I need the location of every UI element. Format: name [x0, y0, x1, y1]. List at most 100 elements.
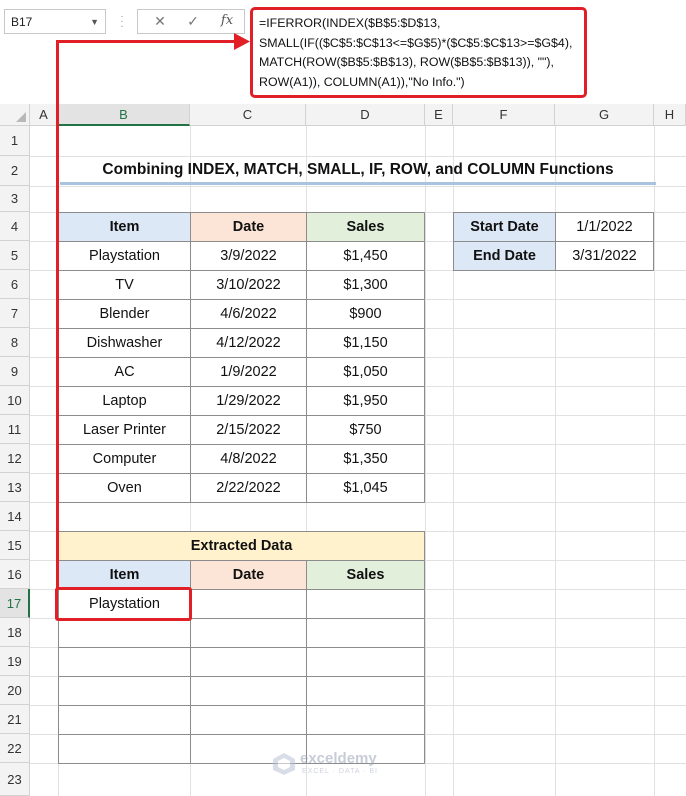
- row-header-3[interactable]: 3: [0, 186, 30, 212]
- row-header-16[interactable]: 16: [0, 560, 30, 589]
- connector-line: [56, 41, 59, 589]
- extracted-header-date[interactable]: Date: [190, 560, 307, 590]
- table-cell-sales[interactable]: $1,300: [306, 270, 425, 300]
- table-header-item[interactable]: Item: [58, 212, 191, 242]
- extracted-cell-sales[interactable]: [306, 618, 425, 648]
- exceldemy-logo-icon: [273, 753, 295, 775]
- row-header-12[interactable]: 12: [0, 444, 30, 473]
- formula-input[interactable]: =IFERROR(INDEX($B$5:$D$13, SMALL(IF(($C$…: [250, 7, 587, 98]
- table-cell-sales[interactable]: $1,450: [306, 241, 425, 271]
- table-cell-date[interactable]: 4/6/2022: [190, 299, 307, 329]
- row-header-21[interactable]: 21: [0, 705, 30, 734]
- extracted-cell-sales[interactable]: [306, 589, 425, 619]
- table-cell-sales[interactable]: $1,950: [306, 386, 425, 416]
- row-header-18[interactable]: 18: [0, 618, 30, 647]
- row-header-6[interactable]: 6: [0, 270, 30, 299]
- extracted-cell-sales[interactable]: [306, 647, 425, 677]
- row-header-20[interactable]: 20: [0, 676, 30, 705]
- column-header-d[interactable]: D: [306, 104, 425, 126]
- table-cell-item[interactable]: Oven: [58, 473, 191, 503]
- extracted-cell-item[interactable]: [58, 676, 191, 706]
- column-header-f[interactable]: F: [453, 104, 555, 126]
- column-header-a[interactable]: A: [30, 104, 58, 126]
- row-header-13[interactable]: 13: [0, 473, 30, 502]
- extracted-cell-date[interactable]: [190, 676, 307, 706]
- row-header-4[interactable]: 4: [0, 212, 30, 241]
- formula-line-1: =IFERROR(INDEX($B$5:$D$13,: [259, 16, 441, 30]
- column-header-c[interactable]: C: [190, 104, 306, 126]
- table-cell-item[interactable]: Computer: [58, 444, 191, 474]
- row-header-7[interactable]: 7: [0, 299, 30, 328]
- start-date-label[interactable]: Start Date: [453, 212, 556, 242]
- extracted-data-title[interactable]: Extracted Data: [58, 531, 425, 561]
- extracted-cell-date[interactable]: [190, 647, 307, 677]
- selected-cell-highlight: [55, 587, 192, 621]
- row-header-19[interactable]: 19: [0, 647, 30, 676]
- extracted-cell-item[interactable]: [58, 705, 191, 735]
- name-box[interactable]: B17 ▼: [4, 9, 106, 34]
- table-cell-date[interactable]: 1/9/2022: [190, 357, 307, 387]
- table-cell-date[interactable]: 4/12/2022: [190, 328, 307, 358]
- column-header-g[interactable]: G: [555, 104, 654, 126]
- table-cell-sales[interactable]: $750: [306, 415, 425, 445]
- table-cell-item[interactable]: Laser Printer: [58, 415, 191, 445]
- extracted-cell-sales[interactable]: [306, 705, 425, 735]
- table-cell-sales[interactable]: $1,050: [306, 357, 425, 387]
- row-header-2[interactable]: 2: [0, 156, 30, 186]
- row-header-15[interactable]: 15: [0, 531, 30, 560]
- chevron-down-icon[interactable]: ▼: [90, 17, 99, 27]
- extracted-cell-date[interactable]: [190, 589, 307, 619]
- table-cell-sales[interactable]: $1,350: [306, 444, 425, 474]
- arrow-right-icon: [234, 33, 250, 50]
- row-header-5[interactable]: 5: [0, 241, 30, 270]
- select-all-button[interactable]: [0, 104, 30, 126]
- watermark: exceldemy EXCEL · DATA · BI: [272, 748, 412, 782]
- row-header-22[interactable]: 22: [0, 734, 30, 763]
- extracted-cell-item[interactable]: [58, 647, 191, 677]
- table-header-date[interactable]: Date: [190, 212, 307, 242]
- table-header-sales[interactable]: Sales: [306, 212, 425, 242]
- extracted-cell-item[interactable]: [58, 734, 191, 764]
- column-header-e[interactable]: E: [425, 104, 453, 126]
- table-cell-date[interactable]: 3/10/2022: [190, 270, 307, 300]
- extracted-cell-item[interactable]: [58, 618, 191, 648]
- table-cell-date[interactable]: 3/9/2022: [190, 241, 307, 271]
- row-header-14[interactable]: 14: [0, 502, 30, 531]
- extracted-header-sales[interactable]: Sales: [306, 560, 425, 590]
- column-header-b[interactable]: B: [58, 104, 190, 126]
- table-cell-date[interactable]: 4/8/2022: [190, 444, 307, 474]
- table-cell-date[interactable]: 1/29/2022: [190, 386, 307, 416]
- start-date-value[interactable]: 1/1/2022: [555, 212, 654, 242]
- row-header-1[interactable]: 1: [0, 126, 30, 156]
- extracted-header-item[interactable]: Item: [58, 560, 191, 590]
- table-cell-sales[interactable]: $1,045: [306, 473, 425, 503]
- extracted-cell-date[interactable]: [190, 705, 307, 735]
- table-cell-date[interactable]: 2/22/2022: [190, 473, 307, 503]
- table-cell-date[interactable]: 2/15/2022: [190, 415, 307, 445]
- table-cell-item[interactable]: AC: [58, 357, 191, 387]
- table-cell-sales[interactable]: $900: [306, 299, 425, 329]
- more-options-icon[interactable]: · · ·: [118, 12, 126, 32]
- formula-buttons: ✕ ✓ fx: [137, 9, 245, 34]
- extracted-cell-sales[interactable]: [306, 676, 425, 706]
- row-header-9[interactable]: 9: [0, 357, 30, 386]
- table-cell-item[interactable]: Playstation: [58, 241, 191, 271]
- row-header-10[interactable]: 10: [0, 386, 30, 415]
- cancel-icon[interactable]: ✕: [150, 13, 170, 30]
- row-header-17[interactable]: 17: [0, 589, 30, 618]
- end-date-value[interactable]: 3/31/2022: [555, 241, 654, 271]
- end-date-label[interactable]: End Date: [453, 241, 556, 271]
- watermark-name: exceldemy: [300, 750, 377, 767]
- table-cell-item[interactable]: Laptop: [58, 386, 191, 416]
- row-header-23[interactable]: 23: [0, 763, 30, 796]
- extracted-cell-date[interactable]: [190, 618, 307, 648]
- table-cell-item[interactable]: Blender: [58, 299, 191, 329]
- enter-icon[interactable]: ✓: [183, 13, 203, 30]
- row-header-8[interactable]: 8: [0, 328, 30, 357]
- table-cell-item[interactable]: Dishwasher: [58, 328, 191, 358]
- table-cell-sales[interactable]: $1,150: [306, 328, 425, 358]
- insert-function-icon[interactable]: fx: [217, 13, 237, 28]
- column-header-h[interactable]: H: [654, 104, 686, 126]
- row-header-11[interactable]: 11: [0, 415, 30, 444]
- table-cell-item[interactable]: TV: [58, 270, 191, 300]
